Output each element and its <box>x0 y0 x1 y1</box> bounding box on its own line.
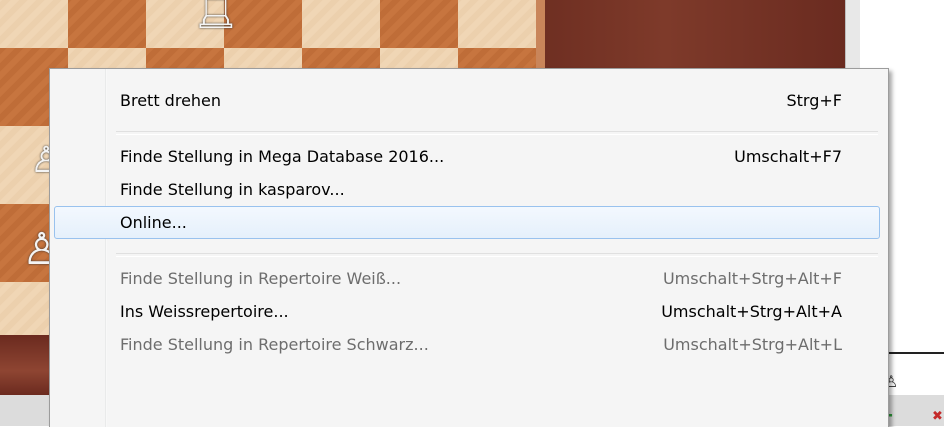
menu-item-label: Ins Weissrepertoire... <box>120 302 289 321</box>
menu-item-label: Finde Stellung in Repertoire Schwarz... <box>120 335 429 354</box>
menu-separator <box>116 253 878 257</box>
white-rook-piece[interactable]: ♖ <box>190 0 242 42</box>
menu-item-rotate-board[interactable]: Brett drehen Strg+F <box>54 84 880 117</box>
menu-item-find-position-kasparov[interactable]: Finde Stellung in kasparov... <box>54 173 880 206</box>
close-icon[interactable]: ✖ <box>932 409 943 424</box>
menu-item-label: Finde Stellung in kasparov... <box>120 180 345 199</box>
menu-item-find-position-mega-database[interactable]: Finde Stellung in Mega Database 2016... … <box>54 140 880 173</box>
menu-item-find-position-repertoire-black[interactable]: Finde Stellung in Repertoire Schwarz... … <box>54 328 880 361</box>
context-menu: Brett drehen Strg+F Finde Stellung in Me… <box>49 68 889 427</box>
menu-icon-gutter <box>105 69 107 427</box>
menu-item-shortcut: Umschalt+Strg+Alt+A <box>661 302 842 321</box>
menu-item-find-position-repertoire-white[interactable]: Finde Stellung in Repertoire Weiß... Ums… <box>54 262 880 295</box>
menu-item-shortcut: Umschalt+Strg+Alt+F <box>662 269 842 288</box>
menu-item-label: Online... <box>120 213 187 232</box>
menu-item-add-to-white-repertoire[interactable]: Ins Weissrepertoire... Umschalt+Strg+Alt… <box>54 295 880 328</box>
menu-item-shortcut: Umschalt+F7 <box>734 147 842 166</box>
menu-separator <box>116 131 878 135</box>
menu-item-shortcut: Umschalt+Strg+Alt+L <box>663 335 842 354</box>
menu-item-label: Finde Stellung in Repertoire Weiß... <box>120 269 402 288</box>
menu-item-label: Brett drehen <box>120 91 222 110</box>
menu-item-label: Finde Stellung in Mega Database 2016... <box>120 147 445 166</box>
menu-item-shortcut: Strg+F <box>786 91 843 110</box>
menu-item-online[interactable]: Online... <box>54 206 880 239</box>
